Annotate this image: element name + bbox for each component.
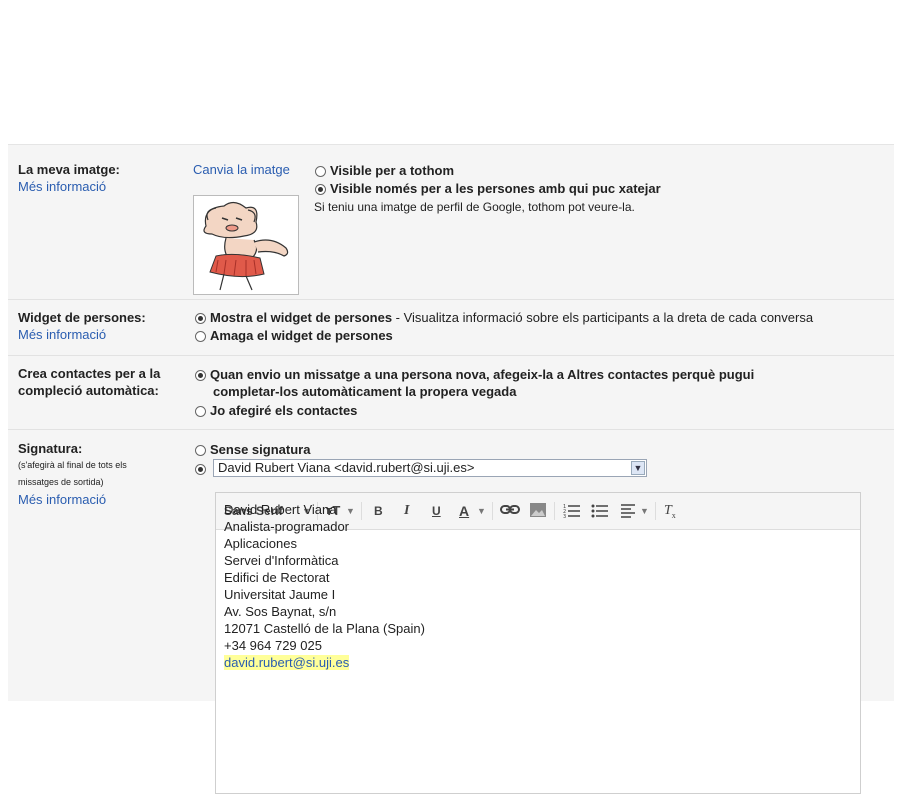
signature-account-value: David Rubert Viana <david.rubert@si.uji.… — [218, 460, 475, 475]
people-widget-row: Widget de persones: Més informació Mostr… — [8, 299, 894, 356]
auto-add-contacts-label: Quan envio un missatge a una persona nov… — [210, 367, 755, 382]
signature-email-link[interactable]: david.rubert@si.uji.es — [224, 655, 350, 670]
auto-add-contacts-option[interactable]: Quan envio un missatge a una persona nov… — [195, 366, 754, 383]
manual-contacts-option[interactable]: Jo afegiré els contactes — [195, 402, 357, 419]
signature-line: 12071 Castelló de la Plana (Spain) — [224, 621, 425, 636]
manual-contacts-label: Jo afegiré els contactes — [210, 403, 358, 418]
picture-visible-all-label: Visible per a tothom — [330, 163, 455, 178]
text-color-button[interactable]: A — [459, 503, 469, 519]
radio-selected-icon[interactable] — [315, 184, 326, 195]
chevron-down-icon[interactable]: ▼ — [640, 503, 649, 519]
signature-label: Signatura: — [18, 441, 83, 456]
show-widget-description: - Visualitza informació sobre els partic… — [392, 310, 814, 325]
chevron-down-icon[interactable]: ▼ — [477, 503, 486, 519]
widget-more-info-link[interactable]: Més informació — [18, 326, 106, 343]
picture-visible-chat-label: Visible només per a les persones amb qui… — [330, 181, 661, 196]
remove-formatting-icon[interactable]: Tx — [664, 503, 676, 524]
picture-note: Si teniu una imatge de perfil de Google,… — [314, 200, 635, 214]
signature-note-line1: (s'afegirà al final de tots els — [18, 460, 127, 470]
contacts-label-line2: compleció automàtica: — [18, 383, 159, 398]
show-widget-option[interactable]: Mostra el widget de persones - Visualitz… — [195, 309, 813, 326]
settings-panel: La meva imatge: Més informació Canvia la… — [8, 144, 894, 794]
signature-on-radio[interactable] — [195, 460, 210, 477]
picture-visible-all-option[interactable]: Visible per a tothom — [315, 162, 454, 179]
align-icon[interactable] — [620, 502, 636, 522]
auto-contacts-row: Crea contactes per a la compleció automà… — [8, 355, 894, 430]
signature-more-info-link[interactable]: Més informació — [18, 491, 106, 508]
picture-more-info-link[interactable]: Més informació — [18, 178, 106, 195]
signature-line: Analista-programador — [224, 519, 350, 534]
contacts-label-line1: Crea contactes per a la — [18, 366, 161, 381]
signature-note-line2: missatges de sortida) — [18, 477, 104, 487]
signature-line: Aplicaciones — [224, 536, 297, 551]
signature-text[interactable]: David Rubert Viana Analista-programador Ap… — [224, 501, 425, 671]
underline-button[interactable]: U — [432, 503, 441, 519]
signature-editor[interactable]: Sans Serif ▼ ᴛT ▼ B I U A ▼ 1 2 3 ▼ Tx D… — [215, 492, 861, 794]
toolbar-separator — [554, 502, 555, 520]
svg-text:3: 3 — [563, 514, 566, 518]
radio-selected-icon[interactable] — [195, 464, 206, 475]
signature-line: Edifici de Rectorat — [224, 570, 330, 585]
signature-line: Servei d'Informàtica — [224, 553, 339, 568]
radio-selected-icon[interactable] — [195, 313, 206, 324]
radio-unselected-icon[interactable] — [195, 445, 206, 456]
hide-widget-label: Amaga el widget de persones — [210, 328, 393, 343]
no-signature-option[interactable]: Sense signatura — [195, 441, 310, 458]
radio-unselected-icon[interactable] — [315, 166, 326, 177]
toolbar-separator — [655, 502, 656, 520]
auto-add-contacts-label-cont: completar-los automàticament la propera … — [213, 384, 517, 399]
show-widget-label: Mostra el widget de persones — [210, 310, 393, 325]
signature-row: Signatura: (s'afegirà al final de tots e… — [8, 429, 894, 794]
signature-line: David Rubert Viana — [224, 502, 337, 517]
picture-label: La meva imatge: — [18, 162, 120, 177]
cartoon-avatar-icon[interactable] — [193, 195, 299, 295]
signature-email-line: david.rubert@si.uji.es — [224, 654, 425, 671]
signature-account-select[interactable]: David Rubert Viana <david.rubert@si.uji.… — [213, 459, 647, 477]
bullet-list-icon[interactable] — [591, 502, 609, 522]
widget-label: Widget de persones: — [18, 310, 146, 325]
picture-setting-row: La meva imatge: Més informació Canvia la… — [8, 153, 894, 299]
radio-unselected-icon[interactable] — [195, 406, 206, 417]
picture-visible-chat-option[interactable]: Visible només per a les persones amb qui… — [315, 180, 661, 197]
radio-selected-icon[interactable] — [195, 370, 206, 381]
numbered-list-icon[interactable]: 123 — [563, 502, 581, 522]
link-icon[interactable] — [500, 502, 520, 522]
chevron-down-icon[interactable]: ▼ — [631, 461, 645, 475]
hide-widget-option[interactable]: Amaga el widget de persones — [195, 327, 393, 344]
image-icon[interactable] — [529, 502, 547, 522]
change-picture-link[interactable]: Canvia la imatge — [193, 161, 290, 178]
radio-unselected-icon[interactable] — [195, 331, 206, 342]
signature-line: Universitat Jaume I — [224, 587, 336, 602]
signature-line: +34 964 729 025 — [224, 638, 322, 653]
toolbar-separator — [492, 502, 493, 520]
no-signature-label: Sense signatura — [210, 442, 311, 457]
signature-line: Av. Sos Baynat, s/n — [224, 604, 337, 619]
